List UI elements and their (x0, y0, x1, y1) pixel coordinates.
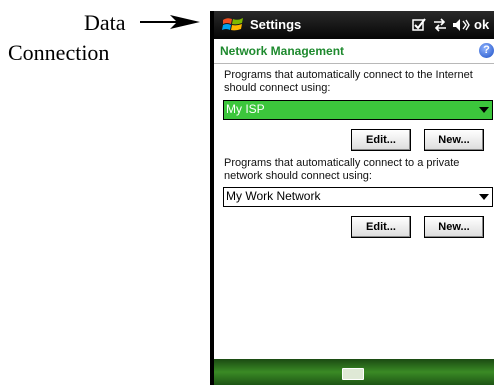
internet-connection-dropdown[interactable]: My ISP (223, 100, 493, 120)
speaker-icon[interactable] (452, 18, 470, 32)
internet-connection-value: My ISP (226, 102, 265, 116)
checkbox-icon[interactable] (412, 18, 426, 32)
soft-key-bar (214, 359, 494, 385)
chevron-down-icon[interactable] (479, 107, 489, 113)
help-icon[interactable]: ? (479, 43, 494, 58)
chevron-down-icon[interactable] (479, 194, 489, 200)
internet-edit-button[interactable]: Edit... (351, 129, 411, 151)
annotation-connection-label: Connection (8, 40, 110, 65)
windows-start-icon[interactable] (222, 16, 244, 34)
keyboard-icon[interactable] (342, 368, 364, 380)
private-description: Programs that automatically connect to a… (224, 157, 460, 182)
private-connection-dropdown[interactable]: My Work Network (223, 187, 493, 207)
device-frame: Settings ok Network Management ? Program… (210, 11, 494, 385)
pointer-arrow-icon (140, 15, 200, 29)
title-bar: Settings ok (214, 11, 494, 39)
device-screen: Settings ok Network Management ? Program… (214, 11, 494, 385)
window-title: Settings (250, 17, 302, 32)
page-title: Network Management (220, 44, 345, 58)
private-connection-value: My Work Network (226, 189, 321, 203)
page-header: Network Management ? (214, 39, 494, 64)
ok-button[interactable]: ok (474, 17, 489, 32)
internet-new-button[interactable]: New... (424, 129, 484, 151)
internet-description: Programs that automatically connect to t… (224, 69, 473, 94)
connectivity-icon[interactable] (432, 18, 448, 32)
private-new-button[interactable]: New... (424, 216, 484, 238)
private-edit-button[interactable]: Edit... (351, 216, 411, 238)
annotation-data-label: Data (84, 10, 126, 35)
